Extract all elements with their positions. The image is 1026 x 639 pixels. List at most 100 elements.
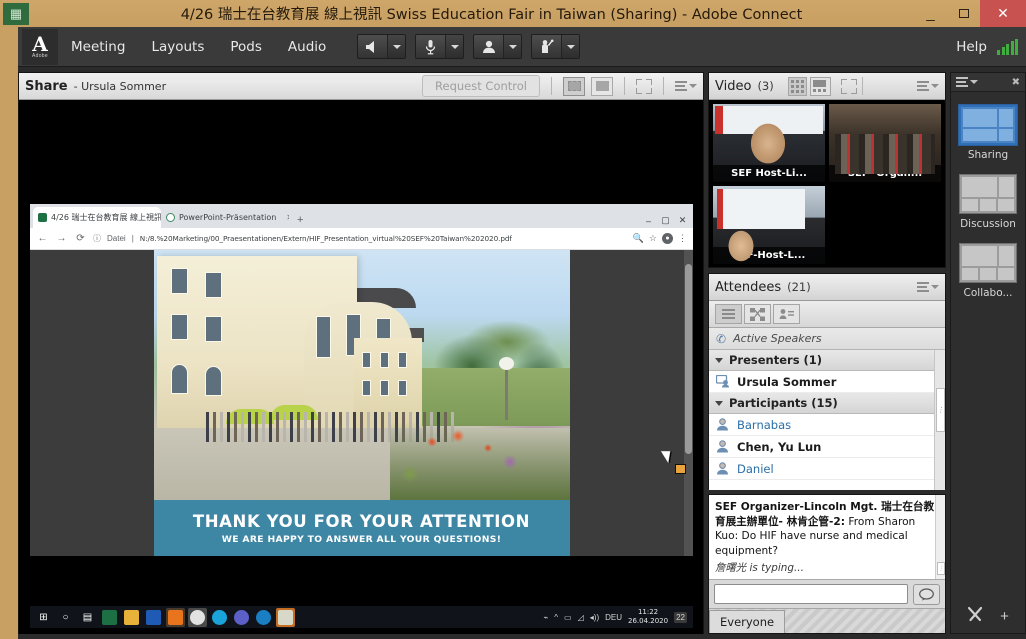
word-taskbar-icon[interactable]: [144, 608, 163, 627]
full-screen-icon[interactable]: [636, 78, 652, 94]
attendee-row[interactable]: Daniel: [709, 458, 945, 480]
close-button[interactable]: ✕: [980, 0, 1026, 27]
edge-taskbar-icon[interactable]: [254, 608, 273, 627]
bookmark-star-icon[interactable]: ☆: [649, 233, 657, 244]
chat-input[interactable]: [714, 584, 908, 604]
chat-scrollbar[interactable]: ⋮: [935, 495, 945, 579]
site-info-icon[interactable]: ⓘ: [93, 233, 101, 244]
help-link[interactable]: Help: [956, 39, 987, 55]
skype-taskbar-icon[interactable]: [210, 608, 229, 627]
add-layout-icon[interactable]: +: [1000, 608, 1009, 625]
taskbar-clock[interactable]: 11:22 26.04.2020: [628, 608, 668, 626]
layout-thumbnail[interactable]: [959, 243, 1017, 283]
browser-minimize-button[interactable]: –: [640, 216, 657, 226]
chevron-up-icon[interactable]: ^: [554, 613, 558, 622]
attendee-group-presenters[interactable]: Presenters (1): [709, 350, 945, 371]
layout-item-collaboration[interactable]: Collabo...: [951, 243, 1025, 299]
menu-meeting[interactable]: Meeting: [58, 35, 138, 59]
browser-tab-2[interactable]: PowerPoint-Präsentation ✕: [161, 207, 289, 228]
start-button[interactable]: ⊞: [34, 608, 53, 627]
share-pod-options-icon[interactable]: [675, 81, 697, 91]
attendee-row[interactable]: Barnabas: [709, 414, 945, 436]
volume-tray-icon[interactable]: ◂)): [590, 613, 599, 622]
webcam-icon[interactable]: [474, 35, 505, 58]
share-tray-icon[interactable]: ⌁: [543, 613, 548, 622]
chat-tab-everyone[interactable]: Everyone: [709, 610, 786, 633]
list-view-icon[interactable]: [715, 304, 742, 324]
chat-input-row: [709, 579, 945, 608]
browser-tab-1[interactable]: 4/26 瑞士在台教育展 線上視訊 S ✕: [33, 207, 161, 228]
explorer-taskbar-icon[interactable]: [122, 608, 141, 627]
new-tab-button[interactable]: +: [289, 214, 311, 228]
layout-thumbnail[interactable]: [958, 104, 1018, 146]
status-view-icon[interactable]: [773, 304, 800, 324]
video-thumbnail-label: SEF -Organ...: [829, 165, 941, 182]
microphone-control[interactable]: [415, 34, 465, 59]
outlook-taskbar-icon[interactable]: [166, 607, 185, 627]
layout-item-discussion[interactable]: Discussion: [951, 174, 1025, 230]
language-indicator[interactable]: DEU: [605, 613, 622, 622]
attendees-pod-options-icon[interactable]: [917, 282, 939, 292]
chrome-taskbar-icon[interactable]: [188, 607, 207, 627]
video-thumbnail-label: SEF-Host-L...: [713, 247, 825, 264]
excel2-taskbar-icon[interactable]: [276, 607, 295, 627]
back-icon[interactable]: ←: [36, 233, 49, 244]
search-icon[interactable]: ○: [56, 608, 75, 627]
menu-layouts[interactable]: Layouts: [138, 35, 217, 59]
request-control-button[interactable]: Request Control: [422, 75, 540, 97]
browser-maximize-button[interactable]: ▢: [657, 215, 674, 226]
layouts-options-icon[interactable]: [956, 77, 978, 87]
reload-icon[interactable]: ⟳: [74, 233, 87, 244]
close-icon[interactable]: ✕: [280, 213, 289, 222]
chevron-down-icon[interactable]: [715, 357, 723, 363]
fit-actual-size-icon[interactable]: [591, 76, 613, 96]
task-view-icon[interactable]: ▤: [78, 608, 97, 627]
attendee-row[interactable]: Ursula Sommer: [709, 371, 945, 393]
layout-item-sharing[interactable]: Sharing: [951, 104, 1025, 161]
profile-avatar[interactable]: ●: [662, 233, 673, 244]
zoom-icon[interactable]: 🔍: [633, 233, 644, 244]
maximize-button[interactable]: [947, 0, 980, 27]
webcam-dropdown-arrow[interactable]: [504, 35, 522, 58]
speaker-icon[interactable]: [358, 35, 389, 58]
network-tray-icon[interactable]: ◿: [578, 613, 584, 622]
grid-view-icon[interactable]: [787, 76, 807, 96]
address-bar[interactable]: N:/8.%20Marketing/00_Praesentationen/Ext…: [140, 234, 512, 243]
browser-menu-icon[interactable]: ⋮: [678, 233, 687, 244]
raise-hand-control[interactable]: [531, 34, 581, 59]
video-thumbnail[interactable]: SEF -Organ...: [829, 104, 941, 182]
monitor-tray-icon[interactable]: ▭: [564, 613, 572, 622]
layouts-panel: ✖ Sharing Discussion Collabo... +: [950, 72, 1026, 634]
pdf-scrollbar[interactable]: [684, 250, 693, 556]
video-thumbnail[interactable]: SEF-Host-L...: [713, 186, 825, 264]
speaker-control[interactable]: [357, 34, 407, 59]
breakout-view-icon[interactable]: [744, 304, 771, 324]
menu-pods[interactable]: Pods: [217, 35, 275, 59]
attendees-scrollbar[interactable]: ⋮: [934, 350, 945, 490]
webcam-control[interactable]: [473, 34, 523, 59]
video-thumbnail[interactable]: SEF Host-Li...: [713, 104, 825, 182]
attendee-group-participants[interactable]: Participants (15): [709, 393, 945, 414]
filmstrip-view-icon[interactable]: [809, 76, 831, 96]
raise-hand-icon[interactable]: [532, 35, 563, 58]
browser-close-button[interactable]: ✕: [674, 215, 691, 226]
menu-audio[interactable]: Audio: [275, 35, 339, 59]
tools-icon[interactable]: [967, 606, 984, 627]
raise-hand-dropdown-arrow[interactable]: [562, 35, 580, 58]
video-fullscreen-icon[interactable]: [840, 78, 857, 94]
attendee-row[interactable]: Chen, Yu Lun: [709, 436, 945, 458]
notification-badge[interactable]: 22: [674, 611, 687, 623]
layout-thumbnail[interactable]: [959, 174, 1017, 214]
excel-taskbar-icon[interactable]: [100, 608, 119, 627]
speaker-dropdown-arrow[interactable]: [388, 35, 406, 58]
teams-taskbar-icon[interactable]: [232, 608, 251, 627]
microphone-dropdown-arrow[interactable]: [446, 35, 464, 58]
chat-bubble-icon[interactable]: [913, 583, 940, 605]
fit-in-pod-icon[interactable]: [563, 76, 585, 96]
minimize-button[interactable]: _: [914, 0, 947, 27]
chevron-down-icon[interactable]: [715, 400, 723, 406]
forward-icon[interactable]: →: [55, 233, 68, 244]
close-layouts-icon[interactable]: ✖: [1012, 77, 1020, 88]
microphone-icon[interactable]: [416, 35, 447, 58]
video-pod-options-icon[interactable]: [917, 81, 939, 91]
